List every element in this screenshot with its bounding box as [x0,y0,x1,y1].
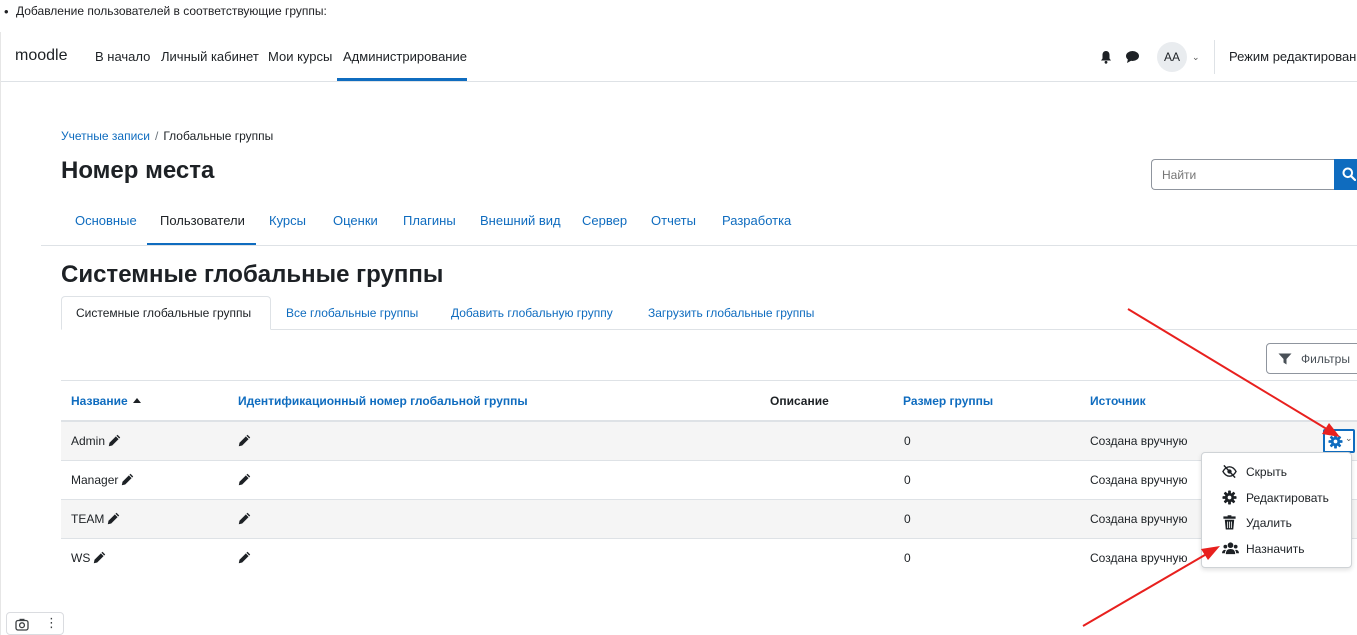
trash-icon [1223,515,1236,530]
menu-item-assign-label: Назначить [1246,542,1305,556]
tab-server[interactable]: Сервер [582,213,627,228]
column-description-header: Описание [770,394,829,408]
table-top-border [61,380,1357,381]
nav-dashboard[interactable]: Личный кабинет [161,49,259,64]
nav-my-courses[interactable]: Мои курсы [268,49,332,64]
menu-item-hide[interactable]: Скрыть [1202,460,1352,484]
cohort-size: 0 [904,473,911,487]
menu-item-edit-label: Редактировать [1246,491,1329,505]
top-navbar: moodle В начало Личный кабинет Мои курсы… [1,32,1357,82]
cohort-name-cell: Admin [71,434,121,448]
search-input[interactable] [1151,159,1335,190]
pencil-icon[interactable] [108,434,121,447]
breadcrumb-accounts-link[interactable]: Учетные записи [61,129,150,143]
table-row: TEAM 0 Создана вручную [61,500,1357,539]
tab-courses[interactable]: Курсы [269,213,306,228]
column-name-header[interactable]: Название [71,394,141,408]
chevron-down-icon: ⌄ [1345,433,1353,443]
document-caption: • Добавление пользователей в соответству… [0,0,1357,32]
menu-item-edit[interactable]: Редактировать [1202,486,1352,510]
nav-home[interactable]: В начало [95,49,150,64]
chevron-down-icon[interactable]: ⌄ [1192,52,1200,63]
table-row: WS 0 Создана вручную [61,539,1357,578]
eye-slash-icon [1222,464,1237,479]
bullet: • [4,4,9,19]
cohort-source: Создана вручную [1090,512,1188,526]
subtab-all-cohorts[interactable]: Все глобальные группы [286,306,418,320]
table-row: Manager 0 Создана вручную [61,461,1357,500]
cohort-size: 0 [904,512,911,526]
tab-development[interactable]: Разработка [722,213,791,228]
cohort-size: 0 [904,551,911,565]
moodle-window: moodle В начало Личный кабинет Мои курсы… [0,32,1357,635]
cohort-source: Создана вручную [1090,551,1188,565]
row-actions-button[interactable]: ⌄ [1323,429,1355,453]
nav-site-admin[interactable]: Администрирование [343,49,467,64]
search-button[interactable] [1334,159,1357,190]
sort-ascending-icon [132,398,141,403]
cohort-name-cell: WS [71,551,106,565]
row-actions-menu: Скрыть Редактировать Удалить Назначить [1201,452,1352,568]
pencil-icon[interactable] [238,551,251,564]
filters-button[interactable]: Фильтры [1266,343,1357,374]
menu-item-delete-label: Удалить [1246,516,1292,530]
cohort-name-cell: Manager [71,473,134,487]
column-idnumber-header[interactable]: Идентификационный номер глобальной групп… [238,394,528,408]
tab-grades[interactable]: Оценки [333,213,378,228]
search-icon [1342,167,1356,181]
breadcrumb: Учетные записи / Глобальные группы [61,129,273,143]
menu-item-assign[interactable]: Назначить [1202,537,1352,561]
pencil-icon[interactable] [93,551,106,564]
pencil-icon[interactable] [121,473,134,486]
column-source-header[interactable]: Источник [1090,394,1146,408]
filters-label: Фильтры [1301,352,1350,366]
user-avatar[interactable]: AA [1157,42,1187,72]
bell-icon[interactable] [1099,50,1113,64]
page-title: Номер места [61,157,215,184]
gear-icon [1222,490,1237,505]
cohort-size: 0 [904,434,911,448]
caption-text: Добавление пользователей в соответствующ… [16,4,327,18]
more-options-icon[interactable]: ⋮ [45,615,58,631]
moodle-logo[interactable]: moodle [15,47,67,65]
pencil-icon[interactable] [238,473,251,486]
cohort-source: Создана вручную [1090,434,1188,448]
column-size-header[interactable]: Размер группы [903,394,993,408]
chat-icon[interactable] [1125,50,1140,64]
cohort-name: TEAM [71,512,105,526]
gear-icon [1328,434,1343,449]
cohort-name: WS [71,551,91,565]
pencil-icon[interactable] [238,512,251,525]
breadcrumb-separator: / [155,129,159,143]
section-title: Системные глобальные группы [61,261,444,288]
subtab-system-cohorts[interactable]: Системные глобальные группы [61,296,271,330]
tab-users[interactable]: Пользователи [160,213,245,228]
navbar-divider [1214,40,1215,74]
tab-appearance[interactable]: Внешний вид [480,213,561,228]
lens-icon[interactable] [15,618,29,631]
filter-icon [1278,353,1292,365]
nav-active-indicator [337,78,467,81]
subtab-upload-cohorts[interactable]: Загрузить глобальные группы [648,306,814,320]
breadcrumb-current: Глобальные группы [163,129,274,143]
cohort-name-cell: TEAM [71,512,120,526]
secondary-nav-divider [41,245,1357,246]
pencil-icon[interactable] [238,434,251,447]
edit-mode-toggle[interactable]: Режим редактирования [1229,49,1357,64]
tab-reports[interactable]: Отчеты [651,213,696,228]
column-name-label: Название [71,394,128,408]
menu-item-hide-label: Скрыть [1246,465,1287,479]
users-icon [1222,542,1239,555]
cohort-name: Manager [71,473,119,487]
menu-item-delete[interactable]: Удалить [1202,511,1352,535]
cohort-source: Создана вручную [1090,473,1188,487]
subtab-system-cohorts-label: Системные глобальные группы [76,306,252,320]
tab-general[interactable]: Основные [75,213,137,228]
table-row: Admin 0 Создана вручную [61,422,1357,461]
subtab-add-cohort[interactable]: Добавить глобальную группу [451,306,613,320]
pencil-icon[interactable] [107,512,120,525]
cohort-name: Admin [71,434,106,448]
image-tools: ⋮ [6,612,64,635]
tab-plugins[interactable]: Плагины [403,213,456,228]
